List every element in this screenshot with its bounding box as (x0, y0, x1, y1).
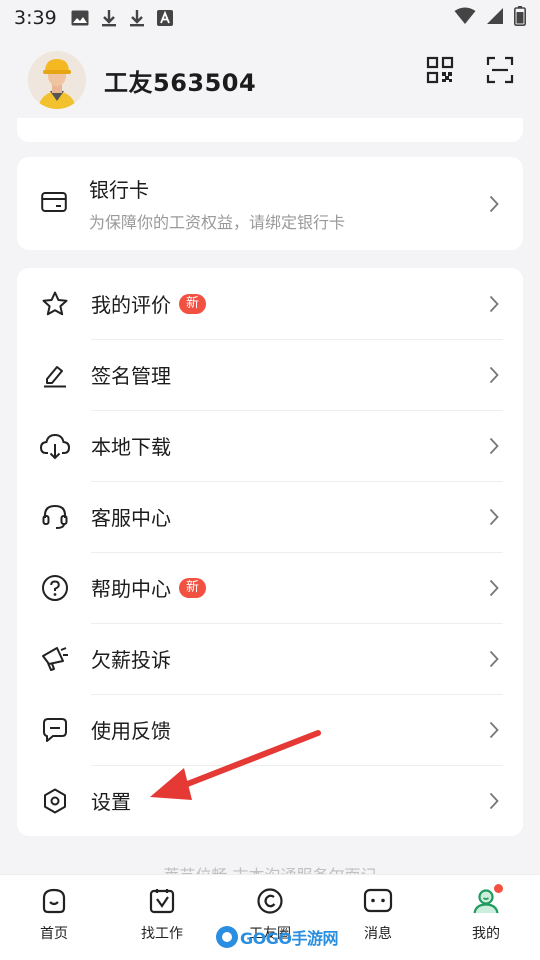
chevron-right-icon (487, 294, 501, 314)
scan-icon (486, 56, 514, 84)
bank-card-row[interactable]: 银行卡 为保障你的工资权益，请绑定银行卡 (17, 157, 523, 250)
home-icon (38, 885, 70, 917)
menu-card: 我的评价 新 签名管理 本地下载 客服中心 帮助中心 新 欠薪投诉 使用反馈 设… (17, 268, 523, 836)
chevron-right-icon (487, 578, 501, 598)
menu-item-label: 使用反馈 (91, 719, 171, 743)
tab-label: 我的 (472, 926, 500, 942)
menu-item-settings[interactable]: 设置 (17, 765, 523, 836)
tab-label: 消息 (364, 926, 392, 942)
footer-hint: 莱艺位畅 古本沟通服务尔面记 (0, 862, 540, 874)
job-icon (146, 885, 178, 917)
menu-item-label: 设置 (91, 790, 131, 814)
download-notification-icon (101, 9, 117, 27)
chevron-right-icon (487, 791, 501, 811)
notification-dot (494, 884, 503, 893)
menu-item-label: 本地下载 (91, 435, 171, 459)
bank-card-title: 银行卡 (89, 178, 149, 202)
settings-icon (39, 785, 71, 817)
menu-item-feedback[interactable]: 使用反馈 (17, 694, 523, 765)
bank-card-icon (41, 191, 67, 217)
new-badge: 新 (179, 293, 207, 314)
bank-card-subtitle: 为保障你的工资权益，请绑定银行卡 (89, 213, 346, 232)
chevron-right-icon (487, 365, 501, 385)
tab-label: 找工作 (141, 926, 183, 942)
watermark: GOGO手游网 (214, 922, 338, 952)
new-badge: 新 (179, 577, 207, 598)
battery-icon (514, 5, 526, 31)
menu-item-wage-complaint[interactable]: 欠薪投诉 (17, 623, 523, 694)
avatar[interactable] (28, 51, 86, 109)
signal-icon (486, 7, 504, 30)
chevron-right-icon (487, 649, 501, 669)
status-bar: 3:39 (0, 0, 540, 36)
tab-home[interactable]: 首页 (0, 875, 108, 960)
app-notification-icon (156, 10, 173, 26)
tab-find-job[interactable]: 找工作 (108, 875, 216, 960)
chevron-right-icon (487, 507, 501, 527)
tab-messages[interactable]: 消息 (324, 875, 432, 960)
headset-icon (39, 501, 71, 533)
menu-item-downloads[interactable]: 本地下载 (17, 410, 523, 481)
previous-card-edge (17, 118, 523, 142)
cloud-download-icon (39, 430, 71, 462)
tab-label: 首页 (40, 926, 68, 942)
qr-code-button[interactable] (424, 54, 456, 86)
question-icon (39, 572, 71, 604)
qr-code-icon (426, 56, 454, 84)
chevron-right-icon (487, 720, 501, 740)
pen-icon (39, 359, 71, 391)
menu-item-help[interactable]: 帮助中心 新 (17, 552, 523, 623)
message-icon (362, 885, 394, 917)
watermark-text: GOGO手游网 (240, 929, 338, 948)
tab-mine[interactable]: 我的 (432, 875, 540, 960)
menu-item-signature[interactable]: 签名管理 (17, 339, 523, 410)
scan-button[interactable] (484, 54, 516, 86)
menu-item-reviews[interactable]: 我的评价 新 (17, 268, 523, 339)
menu-item-label: 客服中心 (91, 506, 171, 530)
chevron-right-icon (487, 194, 501, 214)
circle-icon (254, 885, 286, 917)
watermark-logo-icon (216, 926, 238, 948)
wifi-icon (454, 7, 476, 30)
menu-item-label: 帮助中心 (91, 577, 171, 601)
image-notification-icon (71, 10, 89, 26)
profile-header: 工友563504 (0, 40, 540, 120)
chevron-right-icon (487, 436, 501, 456)
status-time: 3:39 (14, 7, 57, 29)
username: 工友563504 (104, 68, 257, 97)
star-icon (39, 288, 71, 320)
download-notification-icon (129, 9, 145, 27)
menu-item-label: 签名管理 (91, 364, 171, 388)
megaphone-icon (39, 643, 71, 675)
menu-item-customer-service[interactable]: 客服中心 (17, 481, 523, 552)
menu-item-label: 欠薪投诉 (91, 648, 171, 672)
menu-item-label: 我的评价 (91, 293, 171, 317)
feedback-icon (39, 714, 71, 746)
